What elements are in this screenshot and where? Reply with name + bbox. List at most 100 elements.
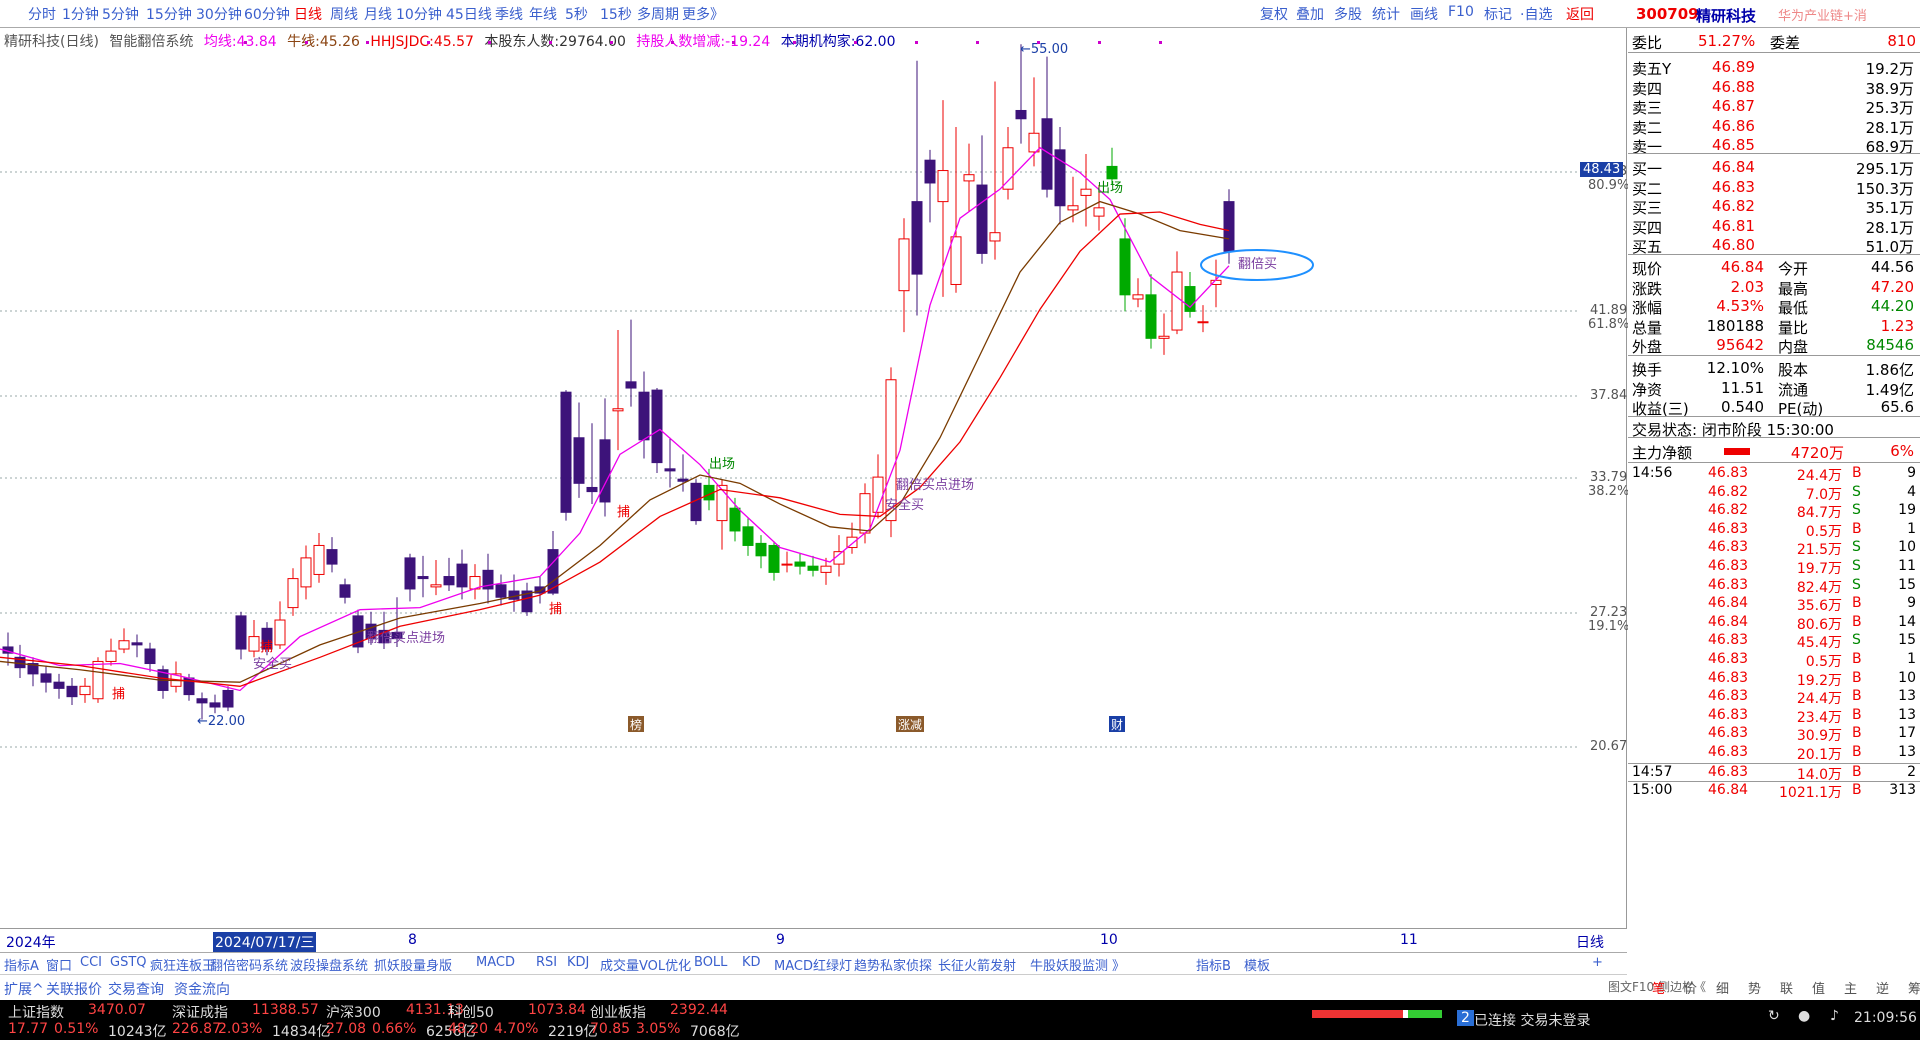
period-tab-6[interactable]: 日线	[294, 4, 322, 24]
signal-label-0: 翻倍买点进场	[367, 631, 445, 646]
index-amt-4: 7068亿	[690, 1024, 740, 1040]
period-tab-8[interactable]: 月线	[364, 4, 392, 24]
indicator-tab-20[interactable]: 模板	[1244, 955, 1270, 974]
conn-text[interactable]: 已连接 交易未登录	[1474, 1010, 1590, 1030]
candle-body-6	[79, 685, 91, 696]
bell-icon[interactable]: ♪	[1830, 1008, 1839, 1024]
indicator-tab-14[interactable]: MACD红绿灯	[774, 955, 852, 974]
bottom-tab-0[interactable]: 扩展^	[4, 979, 44, 999]
indicator-tab-21[interactable]: +	[1592, 955, 1603, 970]
toolbar-btn-0[interactable]: 复权	[1260, 4, 1288, 24]
indicator-tab-15[interactable]: 趋势私家侦探	[854, 955, 932, 974]
candle-body-52	[677, 478, 689, 482]
rp-tab-2[interactable]: 细	[1716, 978, 1729, 997]
indicator-tabs: 指标A 窗口 CCI GSTQ 疯狂连板王 翻倍密码系统 波段操盘系统 抓妖股量身版 MACD R…	[0, 952, 1627, 974]
rp-tab-3[interactable]: 势	[1748, 978, 1761, 997]
indicator-tab-19[interactable]: 指标B	[1196, 955, 1231, 974]
period-tab-5[interactable]: 60分钟	[244, 4, 290, 24]
period-tab-4[interactable]: 30分钟	[196, 4, 242, 24]
conn-badge: 2	[1457, 1010, 1474, 1026]
indicator-tab-5[interactable]: 翻倍密码系统	[210, 955, 288, 974]
indicator-tab-2[interactable]: CCI	[80, 955, 102, 970]
tick-row-3: 46.83 0.5万 B 1	[1628, 521, 1920, 540]
period-tab-15[interactable]: 多周期	[637, 4, 679, 24]
indicator-tab-18[interactable]: 》	[1112, 955, 1125, 974]
period-tab-16[interactable]: 更多》	[682, 4, 724, 24]
indicator-tab-1[interactable]: 窗口	[46, 955, 72, 974]
period-tab-12[interactable]: 年线	[529, 4, 557, 24]
indicator-tab-4[interactable]: 疯狂连板王	[150, 955, 215, 974]
period-tab-10[interactable]: 45日线	[446, 4, 492, 24]
toolbar-btn-5[interactable]: F10	[1448, 4, 1474, 20]
candle-body-88	[1145, 294, 1157, 339]
toolbar-btn-8[interactable]: 返回	[1566, 4, 1594, 24]
bottom-tab-3[interactable]: 资金流向	[174, 979, 230, 999]
indicator-tab-11[interactable]: 成交量VOL优化	[600, 955, 691, 974]
rp-tab-4[interactable]: 联	[1780, 978, 1793, 997]
tick-price: 46.83	[1708, 688, 1749, 705]
indicator-tab-16[interactable]: 长征火箭发射	[938, 955, 1016, 974]
toolbar-btn-3[interactable]: 统计	[1372, 4, 1400, 24]
period-tab-14[interactable]: 15秒	[600, 4, 632, 24]
tick-vol: 30.9万	[1796, 728, 1842, 745]
indicator-tab-7[interactable]: 抓妖股量身版	[374, 955, 452, 974]
rp-tab-5[interactable]: 值	[1812, 978, 1825, 997]
toolbar-btn-4[interactable]: 画线	[1410, 4, 1438, 24]
index-name-0[interactable]: 上证指数	[8, 1002, 64, 1022]
indicator-tab-9[interactable]: RSI	[536, 955, 557, 970]
rp-tab-8[interactable]: 筹	[1908, 978, 1920, 997]
candle-body-58	[755, 542, 767, 557]
toolbar-btn-1[interactable]: 叠加	[1296, 4, 1324, 24]
candle-body-66	[859, 493, 871, 534]
kline-chart-area[interactable]: 精研科技(日线) 智能翻倍系统 均线:43.84 牛线:45.26 HHJSJD…	[0, 28, 1629, 928]
tick-price: 46.83	[1708, 669, 1749, 686]
period-tab-3[interactable]: 15分钟	[146, 4, 192, 24]
hh-line	[0, 211, 1230, 687]
top-dot-13	[1037, 41, 1040, 44]
period-tab-7[interactable]: 周线	[330, 4, 358, 24]
quote2-value-a: 12.10%	[1706, 359, 1764, 377]
refresh-icon[interactable]: ↻	[1768, 1008, 1780, 1024]
candlestick-svg[interactable]: 翻倍买点进场翻倍买点进场安全买安全买出场出场翻倍买捕捕捕捕←55.00←22.0…	[0, 28, 1627, 928]
rp-tab-0[interactable]: 笔	[1652, 978, 1665, 997]
indicator-tab-13[interactable]: KD	[742, 955, 761, 970]
bottom-tab-2[interactable]: 交易查询	[108, 979, 164, 999]
period-tab-2[interactable]: 5分钟	[102, 4, 139, 24]
toolbar-btn-2[interactable]: 多股	[1334, 4, 1362, 24]
top-dot-9	[793, 41, 796, 44]
candle-body-75	[976, 184, 988, 254]
period-tab-11[interactable]: 季线	[495, 4, 523, 24]
toolbar-btn-7[interactable]: ·自选	[1520, 4, 1552, 24]
period-tab-13[interactable]: 5秒	[565, 4, 588, 24]
chat-icon[interactable]: ●	[1798, 1008, 1810, 1024]
indicator-tab-0[interactable]: 指标A	[4, 955, 39, 974]
indicator-tab-12[interactable]: BOLL	[694, 955, 727, 970]
index-name-4[interactable]: 创业板指	[590, 1002, 646, 1022]
bottom-tab-1[interactable]: 关联报价	[46, 979, 102, 999]
rp-tab-1[interactable]: 价	[1684, 978, 1697, 997]
indicator-tab-17[interactable]: 牛股妖股监测	[1030, 955, 1108, 974]
period-tab-9[interactable]: 10分钟	[396, 4, 442, 24]
price-tick-5: 20.67	[1590, 739, 1628, 754]
rp-tab-7[interactable]: 逆	[1876, 978, 1889, 997]
rp-tab-6[interactable]: 主	[1844, 978, 1857, 997]
indicator-tab-10[interactable]: KDJ	[567, 955, 589, 970]
candle-body-43	[560, 391, 572, 513]
index-name-1[interactable]: 深证成指	[172, 1002, 228, 1022]
index-name-2[interactable]: 沪深300	[326, 1002, 381, 1022]
event-badge-2: 财	[1111, 718, 1123, 732]
tick-side: B	[1852, 595, 1862, 612]
tick-side: S	[1852, 539, 1861, 556]
toolbar-btn-6[interactable]: 标记	[1484, 4, 1512, 24]
indicator-tab-6[interactable]: 波段操盘系统	[290, 955, 368, 974]
candle-body-86	[1119, 238, 1131, 296]
indicator-tab-3[interactable]: GSTQ	[110, 955, 147, 970]
indicator-tab-8[interactable]: MACD	[476, 955, 515, 970]
index-name-3[interactable]: 科创50	[448, 1002, 494, 1022]
candle-body-71	[924, 159, 936, 184]
top-dot-0	[244, 41, 247, 44]
period-tab-1[interactable]: 1分钟	[62, 4, 99, 24]
candle-body-59	[768, 544, 780, 573]
period-tab-0[interactable]: 分时	[28, 4, 56, 24]
tick-vol: 1021.1万	[1779, 785, 1842, 802]
